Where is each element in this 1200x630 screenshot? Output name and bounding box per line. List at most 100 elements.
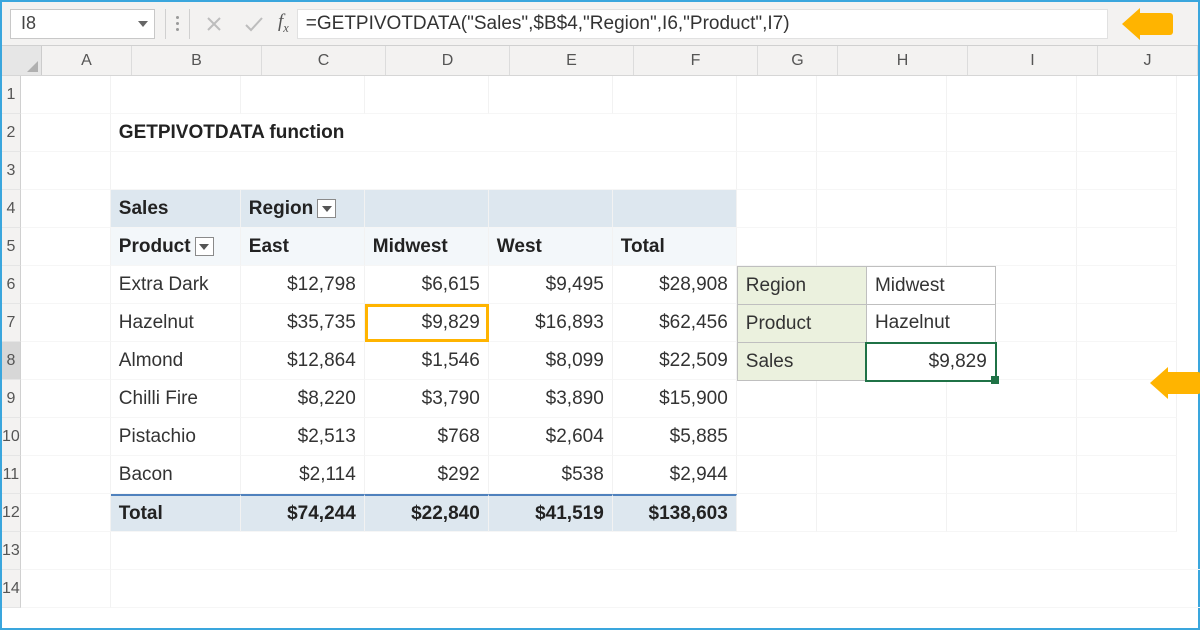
cell[interactable] (737, 494, 817, 532)
formula-input[interactable]: =GETPIVOTDATA("Sales",$B$4,"Region",I6,"… (297, 9, 1108, 39)
cell[interactable] (21, 114, 111, 152)
column-header[interactable]: J (1098, 46, 1198, 75)
cells-area[interactable]: GETPIVOTDATA function Sales Region (21, 76, 1200, 608)
cell[interactable] (21, 152, 111, 190)
cell[interactable] (737, 190, 817, 228)
pivot-value[interactable]: $35,735 (241, 304, 365, 342)
cell[interactable] (21, 494, 111, 532)
column-header[interactable]: F (634, 46, 758, 75)
pivot-row-label[interactable]: Almond (111, 342, 241, 380)
cell[interactable] (817, 418, 947, 456)
enter-button[interactable] (234, 12, 274, 36)
pivot-region-field[interactable]: Region (241, 190, 365, 228)
pivot-value[interactable]: $2,513 (241, 418, 365, 456)
cell[interactable] (21, 532, 111, 570)
cell[interactable] (947, 152, 1077, 190)
cell[interactable] (1077, 152, 1177, 190)
pivot-row-label[interactable]: Bacon (111, 456, 241, 494)
lookup-label[interactable]: Sales (737, 343, 866, 381)
pivot-value-highlighted[interactable]: $9,829 (365, 304, 489, 342)
cell[interactable] (21, 190, 111, 228)
pivot-col-header[interactable]: Total (613, 228, 737, 266)
row-header[interactable]: 7 (2, 304, 21, 342)
cell[interactable] (1077, 418, 1177, 456)
cell[interactable] (21, 342, 111, 380)
pivot-total-label[interactable]: Total (111, 494, 241, 532)
pivot-value[interactable]: $12,798 (241, 266, 365, 304)
cell[interactable] (817, 190, 947, 228)
filter-dropdown-button[interactable] (195, 237, 214, 256)
column-header[interactable]: I (968, 46, 1098, 75)
column-header[interactable]: B (132, 46, 262, 75)
pivot-col-header[interactable]: Midwest (365, 228, 489, 266)
cell[interactable] (947, 114, 1077, 152)
pivot-value[interactable]: $3,790 (365, 380, 489, 418)
column-header[interactable]: D (386, 46, 510, 75)
row-header[interactable]: 6 (2, 266, 21, 304)
column-header[interactable]: C (262, 46, 386, 75)
row-header[interactable]: 1 (2, 76, 21, 114)
cell[interactable] (947, 380, 1077, 418)
lookup-value[interactable]: Midwest (866, 267, 995, 305)
insert-function-button[interactable]: fx (274, 11, 297, 36)
cell[interactable] (947, 418, 1077, 456)
pivot-row-label[interactable]: Extra Dark (111, 266, 241, 304)
row-header[interactable]: 3 (2, 152, 21, 190)
pivot-total[interactable]: $138,603 (613, 494, 737, 532)
column-header[interactable]: H (838, 46, 968, 75)
pivot-total[interactable]: $74,244 (241, 494, 365, 532)
cell[interactable] (737, 152, 817, 190)
cell[interactable] (947, 228, 1077, 266)
cell[interactable] (1077, 266, 1177, 304)
cell[interactable] (21, 380, 111, 418)
row-header[interactable]: 10 (2, 418, 21, 456)
pivot-value[interactable]: $12,864 (241, 342, 365, 380)
pivot-value[interactable]: $2,114 (241, 456, 365, 494)
cell[interactable] (737, 114, 817, 152)
pivot-value[interactable]: $538 (489, 456, 613, 494)
cell[interactable]: Region Midwest Product Hazelnut Sales $9… (817, 266, 947, 304)
column-header[interactable]: E (510, 46, 634, 75)
cell[interactable] (21, 418, 111, 456)
pivot-row-label[interactable]: Hazelnut (111, 304, 241, 342)
cell[interactable] (21, 304, 111, 342)
row-header[interactable]: 4 (2, 190, 21, 228)
cell[interactable] (613, 76, 737, 114)
cell[interactable] (111, 76, 241, 114)
pivot-product-field[interactable]: Product (111, 228, 241, 266)
cell[interactable] (947, 76, 1077, 114)
cell[interactable] (489, 190, 613, 228)
pivot-total[interactable]: $41,519 (489, 494, 613, 532)
cell[interactable] (21, 76, 111, 114)
cell[interactable] (737, 228, 817, 266)
cell[interactable] (817, 456, 947, 494)
cell[interactable] (817, 152, 947, 190)
name-box[interactable]: I8 (10, 9, 155, 39)
cell[interactable] (21, 456, 111, 494)
pivot-total[interactable]: $22,840 (365, 494, 489, 532)
row-header[interactable]: 13 (2, 532, 21, 570)
cell[interactable] (737, 456, 817, 494)
row-header[interactable]: 2 (2, 114, 21, 152)
cell[interactable] (365, 76, 489, 114)
cell[interactable] (737, 76, 817, 114)
cell[interactable] (1077, 456, 1177, 494)
lookup-label[interactable]: Product (737, 305, 866, 343)
lookup-value[interactable]: Hazelnut (866, 305, 995, 343)
cell[interactable] (241, 76, 365, 114)
cell[interactable] (1077, 228, 1177, 266)
cell[interactable] (111, 152, 737, 190)
cell[interactable] (21, 228, 111, 266)
pivot-value[interactable]: $8,220 (241, 380, 365, 418)
cell[interactable] (817, 228, 947, 266)
pivot-value[interactable]: $62,456 (613, 304, 737, 342)
cell[interactable] (817, 494, 947, 532)
pivot-value[interactable]: $2,944 (613, 456, 737, 494)
pivot-value[interactable]: $6,615 (365, 266, 489, 304)
column-header[interactable]: G (758, 46, 838, 75)
cancel-button[interactable] (194, 14, 234, 34)
pivot-value[interactable]: $2,604 (489, 418, 613, 456)
cell[interactable] (817, 114, 947, 152)
cell[interactable] (947, 456, 1077, 494)
row-header[interactable]: 14 (2, 570, 21, 608)
